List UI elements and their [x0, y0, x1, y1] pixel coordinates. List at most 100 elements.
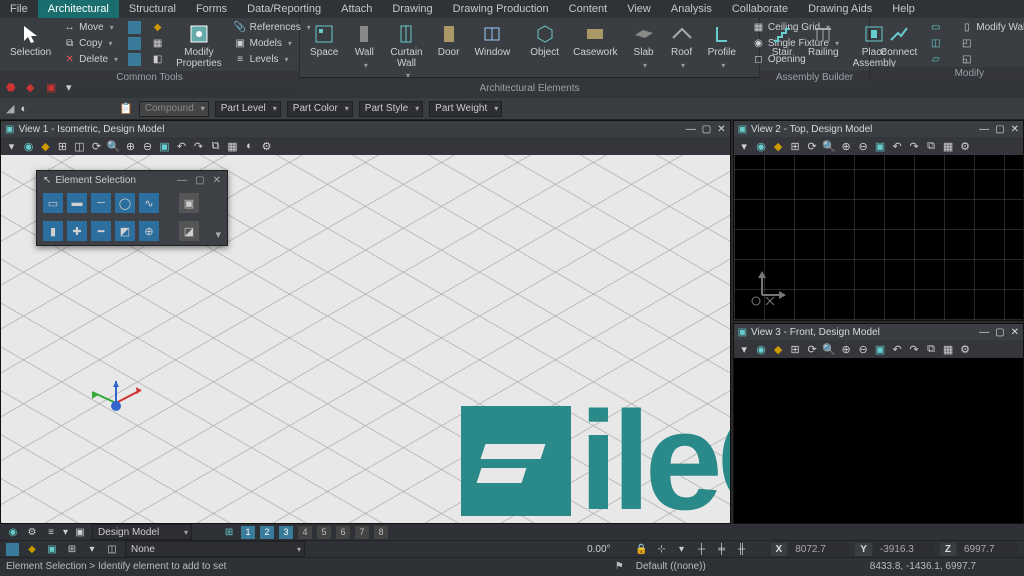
railing-button[interactable]: Railing	[802, 20, 845, 61]
flag-icon[interactable]: ⚑	[615, 561, 624, 572]
menu-architectural[interactable]: Architectural	[38, 0, 119, 18]
menu-structural[interactable]: Structural	[119, 0, 186, 18]
palette-close[interactable]: ✕	[213, 175, 221, 186]
menu-attach[interactable]: Attach	[331, 0, 382, 18]
menu-data-reporting[interactable]: Data/Reporting	[237, 0, 331, 18]
sb-dd[interactable]: ▾	[63, 527, 68, 538]
tool-e[interactable]: ▦	[147, 36, 168, 51]
view1-close[interactable]: ✕	[717, 124, 725, 135]
wall-button[interactable]: Wall	[346, 20, 382, 72]
modify-tool-5[interactable]: ◱	[956, 52, 1024, 67]
sb2-a[interactable]	[6, 543, 19, 556]
selection-tool[interactable]: Selection	[4, 20, 57, 61]
casework-button[interactable]: Casework	[567, 20, 623, 61]
model-combo[interactable]: Design Model	[92, 524, 192, 540]
sel-line[interactable]: ─	[91, 193, 111, 213]
sel-path[interactable]: ∿	[139, 193, 159, 213]
sb2-d[interactable]: ⊞	[65, 542, 79, 556]
vt4[interactable]: ⊞	[55, 139, 70, 154]
modify-tool-2[interactable]: ◫	[925, 36, 946, 51]
sb-gear-icon[interactable]: ⚙	[25, 525, 39, 539]
space-button[interactable]: Space	[304, 20, 344, 61]
filter-icon[interactable]: ◢	[6, 102, 14, 115]
object-button[interactable]: Object	[524, 20, 565, 61]
v2-min[interactable]: —	[979, 124, 989, 135]
menu-analysis[interactable]: Analysis	[661, 0, 722, 18]
vt8[interactable]: ⊕	[123, 139, 138, 154]
menu-drawing-production[interactable]: Drawing Production	[443, 0, 559, 18]
modify-tool-4[interactable]: ◰	[956, 36, 1024, 51]
part-color-combo[interactable]: Part Color	[287, 101, 353, 117]
vt15[interactable]: ◐	[242, 139, 257, 154]
sb-layers-icon[interactable]: ≡	[44, 525, 58, 539]
palette-min[interactable]: —	[177, 175, 187, 186]
view-num-5[interactable]: 5	[317, 526, 331, 539]
sel-individual[interactable]: ▭	[43, 193, 63, 213]
copy-button[interactable]: ⧉Copy	[59, 36, 122, 51]
clipboard-icon[interactable]: 📋	[119, 102, 133, 115]
vt2[interactable]: ◉	[21, 139, 36, 154]
toggle-1[interactable]: ◐	[20, 103, 27, 115]
snap-2[interactable]: ▾	[675, 542, 689, 556]
qat-icon-1[interactable]: ⬣	[6, 81, 20, 95]
snap-3[interactable]: ┼	[695, 542, 709, 556]
vt3[interactable]: ◆	[38, 139, 53, 154]
part-style-combo[interactable]: Part Style	[359, 101, 423, 117]
element-selection-palette[interactable]: ↖Element Selection—▢✕ ▭ ▬ ─ ◯ ∿ ▣ ▮ ✚ ━ …	[36, 170, 228, 246]
modify-wall-button[interactable]: ▯Modify Wall	[956, 20, 1024, 35]
sb-home-icon[interactable]: ◉	[6, 525, 20, 539]
stair-button[interactable]: Stair	[764, 20, 800, 61]
modify-tool-3[interactable]: ▱	[925, 52, 946, 67]
qat-icon-2[interactable]: ◆	[26, 81, 40, 95]
part-weight-combo[interactable]: Part Weight	[429, 101, 502, 117]
menu-collaborate[interactable]: Collaborate	[722, 0, 798, 18]
menu-drawing-aids[interactable]: Drawing Aids	[798, 0, 882, 18]
mode-inv[interactable]: ◩	[115, 221, 135, 241]
tool-d[interactable]: ◆	[147, 20, 168, 35]
sb2-e[interactable]: ▾	[85, 542, 99, 556]
mode-sub[interactable]: ━	[91, 221, 111, 241]
vt9[interactable]: ⊖	[140, 139, 155, 154]
x-value[interactable]: 8072.7	[789, 543, 849, 556]
sel-circle[interactable]: ◯	[115, 193, 135, 213]
slab-button[interactable]: Slab	[626, 20, 662, 72]
sel-extra1[interactable]: ▣	[179, 193, 199, 213]
view-num-8[interactable]: 8	[374, 526, 388, 539]
view-num-4[interactable]: 4	[298, 526, 312, 539]
mode-all[interactable]: ⊕	[139, 221, 159, 241]
view-num-1[interactable]: 1	[241, 526, 255, 539]
sb2-c[interactable]: ▣	[45, 542, 59, 556]
window-button[interactable]: Window	[469, 20, 517, 61]
vt6[interactable]: ⟳	[89, 139, 104, 154]
sel-block[interactable]: ▬	[67, 193, 87, 213]
move-button[interactable]: ↔Move	[59, 20, 122, 35]
menu-file[interactable]: File	[0, 0, 38, 18]
snap-1[interactable]: ⊹	[655, 542, 669, 556]
snap-5[interactable]: ╫	[735, 542, 749, 556]
view2-canvas[interactable]	[734, 155, 1023, 320]
tool-f[interactable]: ◧	[147, 52, 168, 67]
view3-canvas[interactable]	[734, 358, 1023, 523]
vt14[interactable]: ▦	[225, 139, 240, 154]
compound-combo[interactable]: Compound	[139, 101, 209, 117]
palette-expand[interactable]: ▾	[215, 228, 221, 241]
view1-max[interactable]: ▢	[702, 124, 711, 135]
vt5[interactable]: ◫	[72, 139, 87, 154]
profile-button[interactable]: Profile	[702, 20, 742, 72]
curtain-wall-button[interactable]: Curtain Wall	[384, 20, 428, 82]
z-value[interactable]: 6997.7	[958, 543, 1018, 556]
menu-drawing[interactable]: Drawing	[382, 0, 442, 18]
mode-new[interactable]: ▮	[43, 221, 63, 241]
snap-4[interactable]: ╪	[715, 542, 729, 556]
sb2-b[interactable]: ◆	[25, 542, 39, 556]
menu-help[interactable]: Help	[882, 0, 925, 18]
v3-min[interactable]: —	[979, 327, 989, 338]
sb-views-icon[interactable]: ⊞	[222, 525, 236, 539]
menu-content[interactable]: Content	[559, 0, 618, 18]
vt10[interactable]: ▣	[157, 139, 172, 154]
v2-close[interactable]: ✕	[1011, 124, 1019, 135]
qat-icon-3[interactable]: ▣	[46, 81, 60, 95]
vt16[interactable]: ⚙	[259, 139, 274, 154]
mode-add[interactable]: ✚	[67, 221, 87, 241]
tool-a[interactable]	[124, 20, 145, 35]
